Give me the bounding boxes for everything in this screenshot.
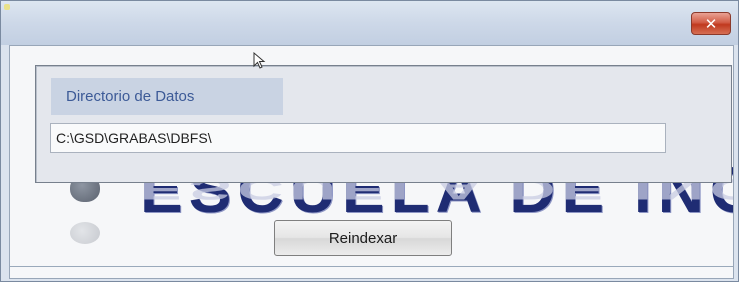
app-icon	[4, 4, 10, 10]
divider	[10, 266, 733, 267]
application-window: ✕ ESCUELA DE INGENIERÍ ESCUELA DE INGENI…	[0, 0, 739, 282]
data-directory-label: Directorio de Datos	[51, 78, 283, 115]
close-button[interactable]: ✕	[691, 12, 731, 35]
reindex-button[interactable]: Reindexar	[274, 220, 452, 256]
data-directory-input[interactable]	[50, 123, 666, 153]
title-bar[interactable]: ✕	[1, 1, 738, 45]
school-logo-reflection	[70, 222, 100, 244]
mouse-cursor-icon	[253, 52, 266, 69]
data-directory-panel: Directorio de Datos	[35, 65, 732, 183]
close-icon: ✕	[704, 15, 718, 33]
